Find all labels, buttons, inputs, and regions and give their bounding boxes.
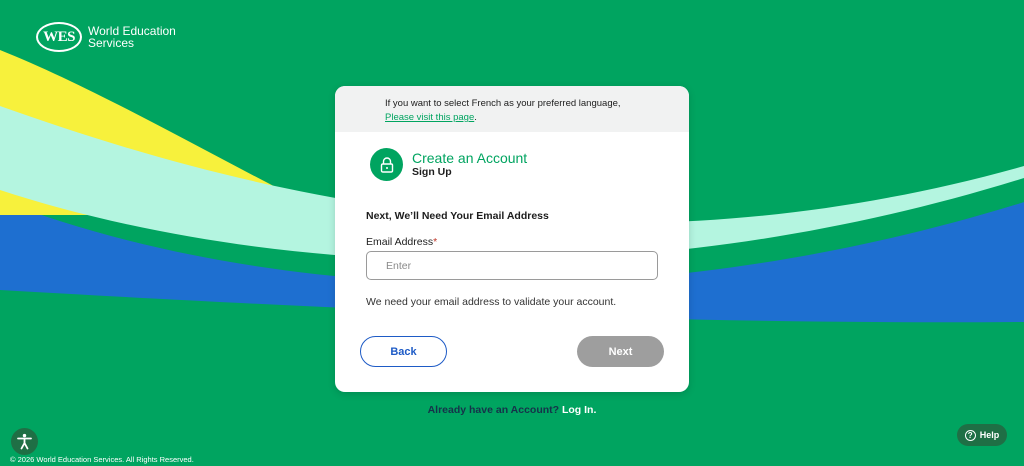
wes-logo[interactable]: WES World Education Services: [36, 22, 198, 52]
french-page-link[interactable]: Please visit this page: [385, 112, 474, 123]
page-title: Create an Account: [412, 150, 528, 166]
required-mark: *: [433, 236, 438, 248]
lock-icon: [370, 148, 403, 181]
accessibility-button[interactable]: [11, 428, 38, 455]
help-button[interactable]: ? Help: [957, 424, 1007, 446]
language-banner: If you want to select French as your pre…: [335, 86, 689, 132]
accessibility-icon: [17, 433, 32, 450]
email-label: Email Address*: [366, 236, 437, 248]
login-prompt: Already have an Account? Log In.: [0, 404, 1024, 416]
email-input[interactable]: [366, 251, 658, 280]
copyright-footer: © 2026 World Education Services. All Rig…: [10, 455, 194, 464]
signup-card: If you want to select French as your pre…: [335, 86, 689, 392]
step-title: Next, We’ll Need Your Email Address: [366, 210, 549, 222]
page-subtitle: Sign Up: [412, 166, 452, 178]
email-label-text: Email Address: [366, 236, 434, 248]
email-helper-text: We need your email address to validate y…: [366, 296, 617, 308]
next-button[interactable]: Next: [577, 336, 664, 367]
language-banner-text: If you want to select French as your pre…: [385, 98, 621, 109]
brand-name: World Education Services: [88, 24, 176, 50]
login-question: Already have an Account?: [427, 404, 560, 416]
login-link[interactable]: Log In.: [562, 404, 596, 416]
help-label: Help: [979, 430, 1000, 440]
question-circle-icon: ?: [964, 429, 976, 441]
language-banner-period: .: [474, 112, 477, 123]
wes-logo-mark: WES: [36, 22, 82, 52]
card-heading: Create an Account Sign Up: [370, 148, 527, 181]
back-button[interactable]: Back: [360, 336, 447, 367]
